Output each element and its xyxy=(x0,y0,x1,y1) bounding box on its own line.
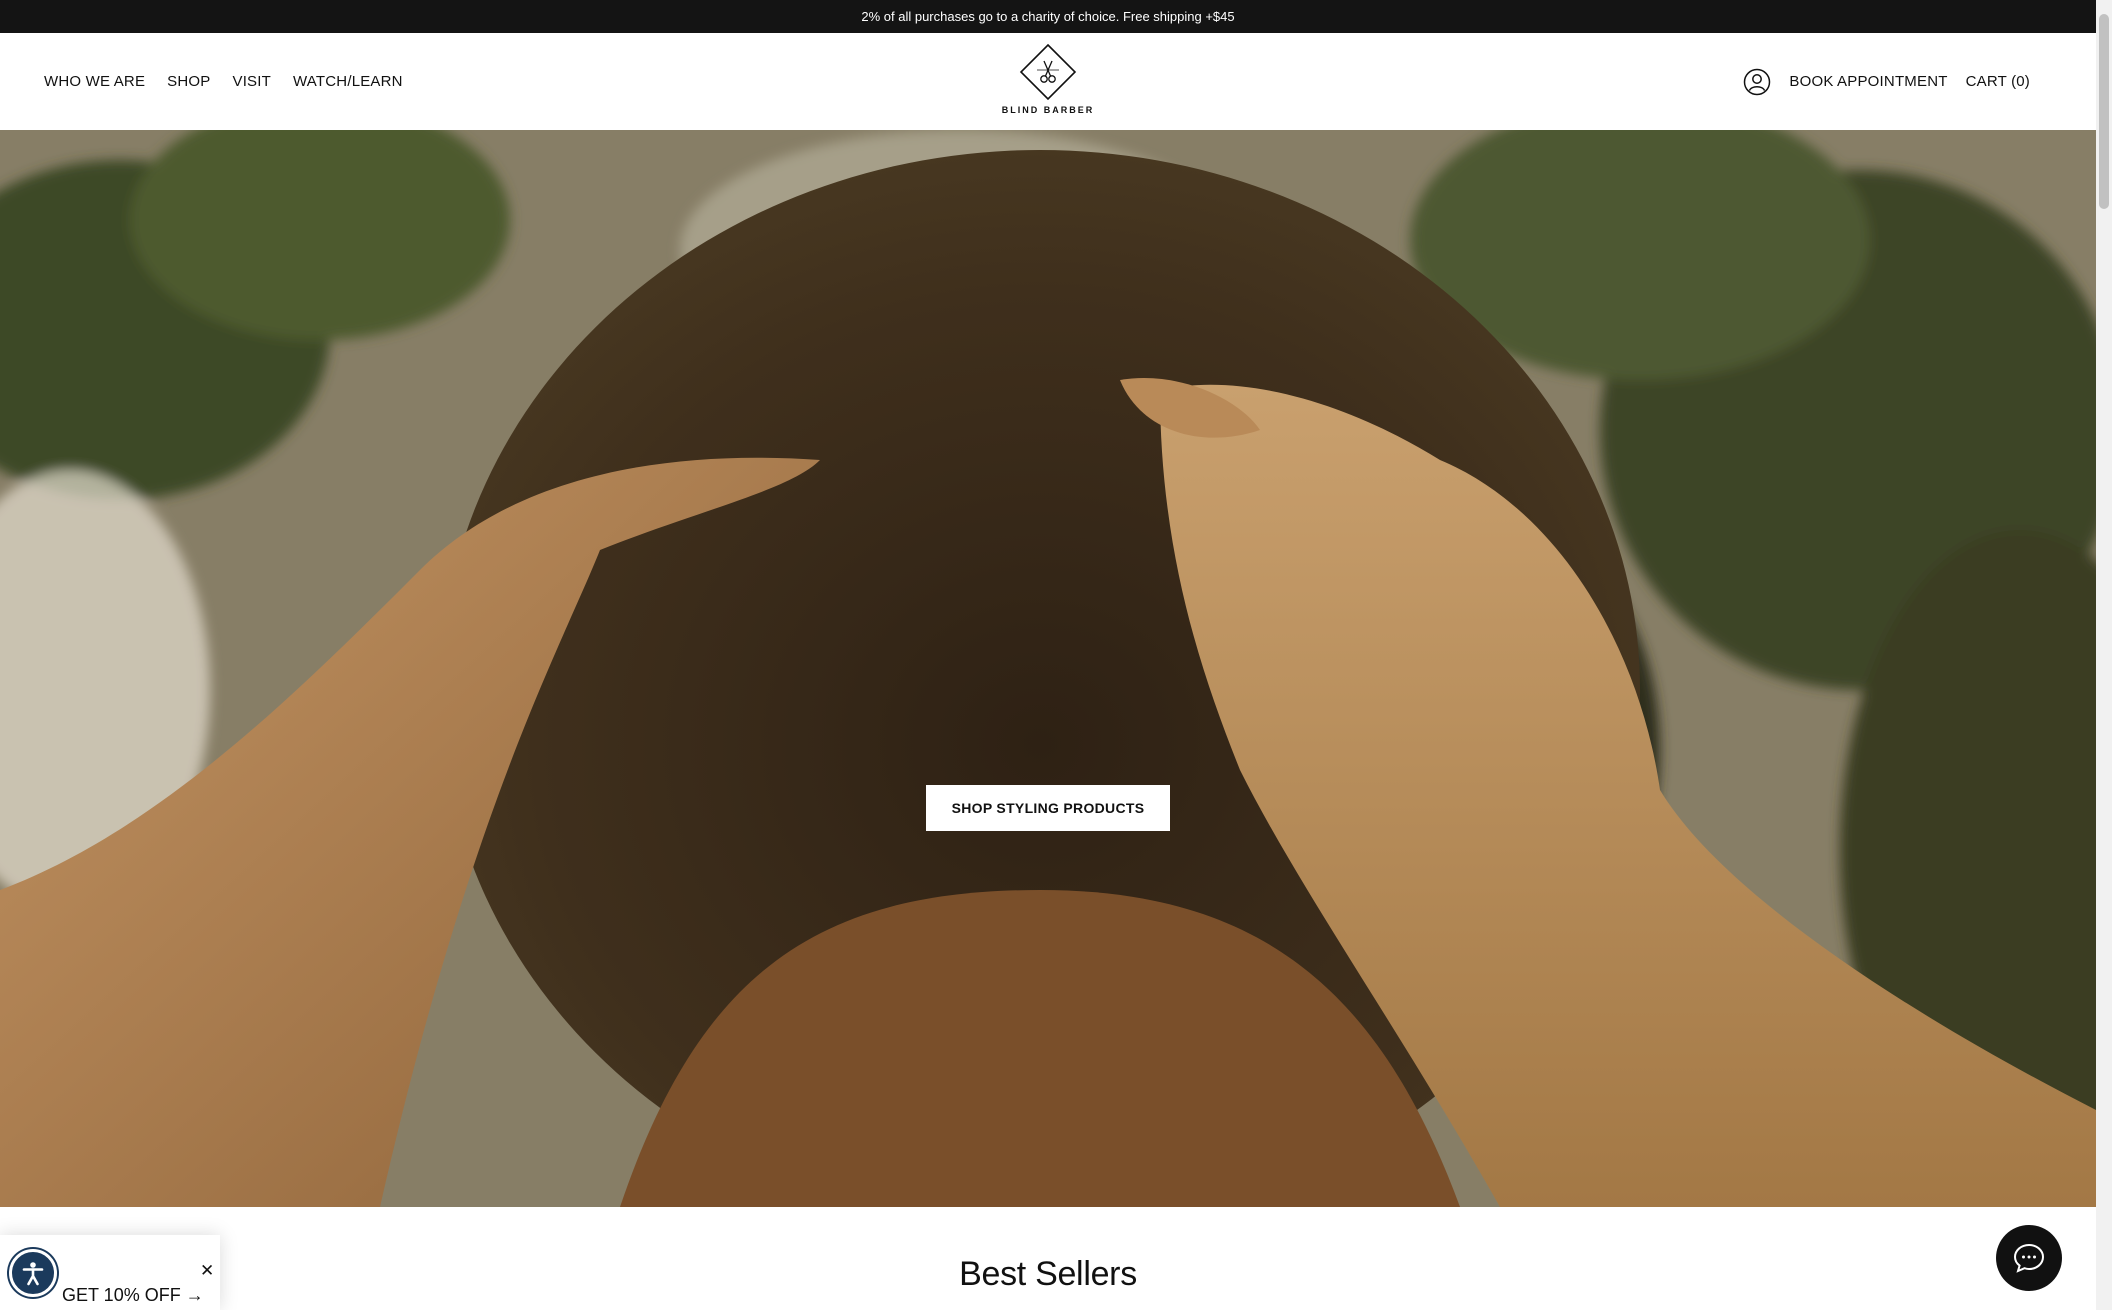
book-appointment-link[interactable]: BOOK APPOINTMENT xyxy=(1789,73,1947,90)
announcement-text: 2% of all purchases go to a charity of c… xyxy=(861,9,1235,24)
page-scrollbar[interactable] xyxy=(2096,0,2112,1310)
scissors-logo-icon xyxy=(1019,43,1077,101)
accessibility-icon[interactable] xyxy=(9,1249,57,1297)
brand-logo[interactable]: BLIND BARBER xyxy=(1000,43,1096,115)
site-header: WHO WE ARE SHOP VISIT WATCH/LEARN BLIND … xyxy=(0,33,2096,130)
best-sellers-title: Best Sellers xyxy=(959,1255,1137,1293)
nav-shop[interactable]: SHOP xyxy=(167,73,210,90)
main-nav: WHO WE ARE SHOP VISIT WATCH/LEARN xyxy=(44,33,403,130)
hero-banner: SHOP STYLING PRODUCTS xyxy=(0,130,2096,1207)
shop-styling-products-button[interactable]: SHOP STYLING PRODUCTS xyxy=(926,785,1170,831)
page: 2% of all purchases go to a charity of c… xyxy=(0,0,2112,1310)
account-icon[interactable] xyxy=(1743,68,1771,96)
nav-who-we-are[interactable]: WHO WE ARE xyxy=(44,73,145,90)
close-icon[interactable]: ✕ xyxy=(200,1261,214,1281)
announcement-bar: 2% of all purchases go to a charity of c… xyxy=(0,0,2096,33)
nav-visit[interactable]: VISIT xyxy=(232,73,271,90)
scrollbar-thumb[interactable] xyxy=(2099,14,2109,209)
cart-link[interactable]: CART (0) xyxy=(1966,73,2030,90)
promo-label[interactable]: GET 10% OFF → xyxy=(62,1285,204,1306)
utility-nav: BOOK APPOINTMENT CART (0) xyxy=(1743,33,2030,130)
chat-icon[interactable] xyxy=(1996,1225,2062,1291)
logo-text: BLIND BARBER xyxy=(1001,105,1095,115)
nav-watch-learn[interactable]: WATCH/LEARN xyxy=(293,73,403,90)
hero-image xyxy=(0,130,2096,1207)
